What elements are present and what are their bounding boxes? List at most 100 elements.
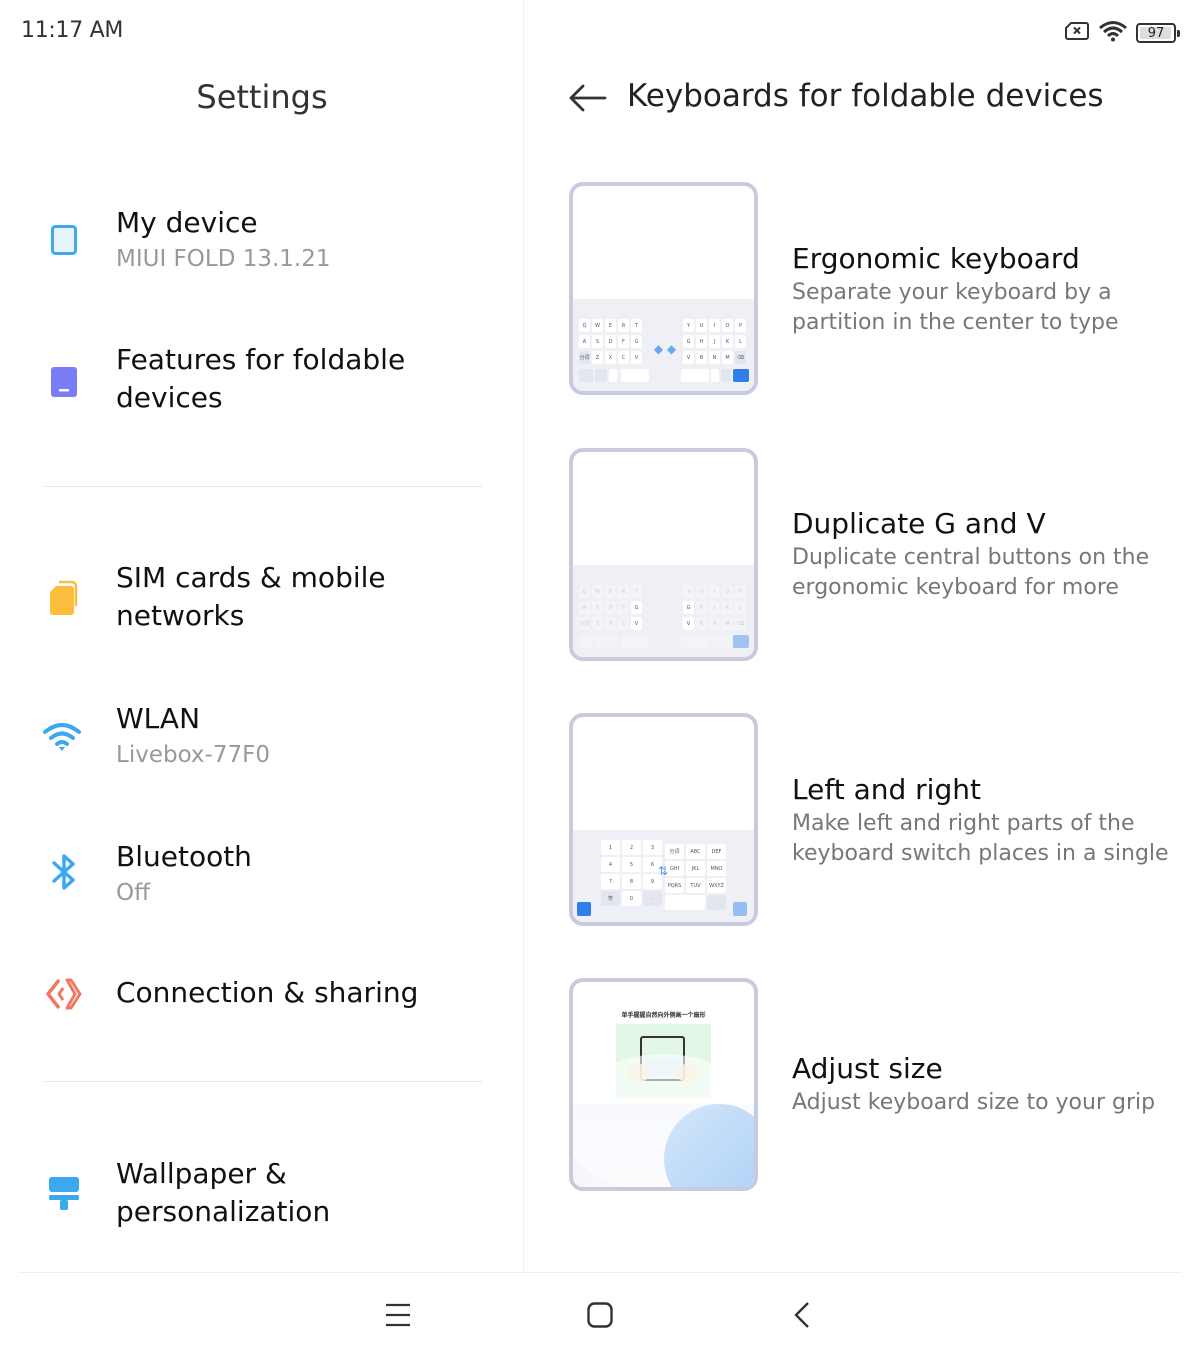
preview-key: A [579,601,590,614]
preview-key: U [696,585,707,598]
preview-key: 7 [601,874,620,889]
option-adjust-size[interactable]: 单手握握自然向外侧画一个扇形 Adjust size Adjust keyboa… [525,978,1200,1192]
preview-key: I [709,319,720,332]
detail-title: Keyboards for foldable devices [627,78,1104,114]
tablet-icon [44,220,84,260]
preview-key: H [696,335,707,348]
settings-item-my-device[interactable]: My device MIUI FOLD 13.1.21 [0,200,524,280]
home-icon[interactable] [580,1299,620,1331]
option-desc: Make left and right parts of the keyboar… [792,811,1169,866]
preview-key [721,635,731,648]
settings-item-sim-cards[interactable]: SIM cards & mobile networks [0,558,524,642]
settings-item-wallpaper[interactable]: Wallpaper & personalization [0,1154,524,1238]
preview-key: ⌫ [735,617,746,630]
preview-key [621,635,649,648]
preview-key: I [709,585,720,598]
preview-key: G [683,335,694,348]
preview-key [579,635,593,648]
preview-key: H [696,601,707,614]
preview-key [681,635,709,648]
preview-key: D [605,601,616,614]
settings-item-label: My device [116,206,258,239]
preview-key: DEF [707,844,726,859]
preview-key: Y [683,319,694,332]
menu-icon[interactable] [378,1299,418,1331]
preview-key [579,369,593,382]
preview-key: V [683,617,694,630]
adjust-caption: 单手握握自然向外侧画一个扇形 [621,1012,706,1019]
settings-item-sub: Livebox-77F0 [116,742,270,768]
preview-key: J [709,601,720,614]
settings-item-label: SIM cards & mobile networks [116,561,386,632]
back-icon[interactable] [782,1299,822,1331]
settings-item-label: WLAN [116,702,201,735]
adjust-size-preview: 单手握握自然向外侧画一个扇形 [569,978,758,1191]
settings-item-foldable-features[interactable]: Features for foldable devices [0,340,524,424]
arrow-left-icon[interactable] [569,82,607,114]
preview-key: B [696,351,707,364]
preview-key: 1 [601,840,620,855]
sim-cards-icon [44,578,84,618]
foldable-icon [44,362,84,402]
preview-key: K [722,335,733,348]
preview-key: 分词 [579,617,590,630]
preview-key: M [722,617,733,630]
preview-key [665,895,705,910]
preview-key: P [735,319,746,332]
preview-key [609,635,617,648]
option-duplicate-g-v[interactable]: Q W E R T Y U I O P A S D F G G H J K L 分词 Z X C V V B N M ⌫ Duplicat… [525,448,1200,662]
preview-key: D [605,335,616,348]
settings-title: Settings [196,78,328,116]
preview-key: 8 [622,874,641,889]
preview-key [733,635,749,648]
settings-item-label: Bluetooth [116,840,252,873]
preview-key [733,902,747,916]
option-title: Left and right [792,773,981,806]
preview-key: ABC [686,844,705,859]
preview-key: Q [579,319,590,332]
settings-item-wlan[interactable]: WLAN Livebox-77F0 [0,700,524,780]
option-left-right[interactable]: 1 2 3 4 5 6 7 8 9 符 0 · 分词 ABC DEF GHI JKL MNO PQRS TUV WXYZ… [525,713,1200,927]
option-desc: Adjust keyboard size to your grip [792,1090,1156,1115]
option-title: Duplicate G and V [792,507,1046,540]
preview-key [577,902,591,916]
preview-key [733,369,749,382]
preview-key [711,635,719,648]
preview-key: O [722,585,733,598]
keyboard-illustration: Q W E R T Y U I O P A S D F G G H J K L 分词 Z X C V V B N M ⌫ [573,565,754,657]
preview-key: 4 [601,857,620,872]
settings-item-bluetooth[interactable]: Bluetooth Off [0,838,524,918]
preview-key: 5 [622,857,641,872]
preview-key: N [709,351,720,364]
preview-key [711,369,719,382]
preview-key: M [722,351,733,364]
preview-key: V [683,351,694,364]
preview-key [595,635,607,648]
preview-key: A [579,335,590,348]
settings-item-label: Wallpaper & personalization [116,1157,331,1228]
preview-key: S [592,601,603,614]
preview-key: U [696,319,707,332]
preview-key [707,895,726,910]
preview-key: T [631,319,642,332]
option-ergonomic-keyboard[interactable]: Q W E R T Y U I O P A S D F G G H J K L 分词 Z X C V V B N M ⌫ ◆ ◆ Ergon… [525,182,1200,396]
preview-key: E [605,319,616,332]
ergonomic-keyboard-preview: Q W E R T Y U I O P A S D F G G H J K L 分词 Z X C V V B N M ⌫ ◆ ◆ [569,182,758,395]
preview-key: O [722,319,733,332]
connection-sharing-icon [44,974,84,1014]
divider [44,1081,482,1082]
preview-key: P [735,585,746,598]
preview-key: N [709,617,720,630]
preview-key [721,369,731,382]
preview-key: 2 [622,840,641,855]
preview-key: K [722,601,733,614]
preview-key: G [631,335,642,348]
preview-key: E [605,585,616,598]
preview-key: 分词 [579,351,590,364]
preview-key: Z [592,351,603,364]
settings-item-connection-sharing[interactable]: Connection & sharing [0,972,524,1016]
preview-key [595,369,607,382]
preview-key: L [735,335,746,348]
preview-key: R [618,319,629,332]
preview-key [609,369,617,382]
